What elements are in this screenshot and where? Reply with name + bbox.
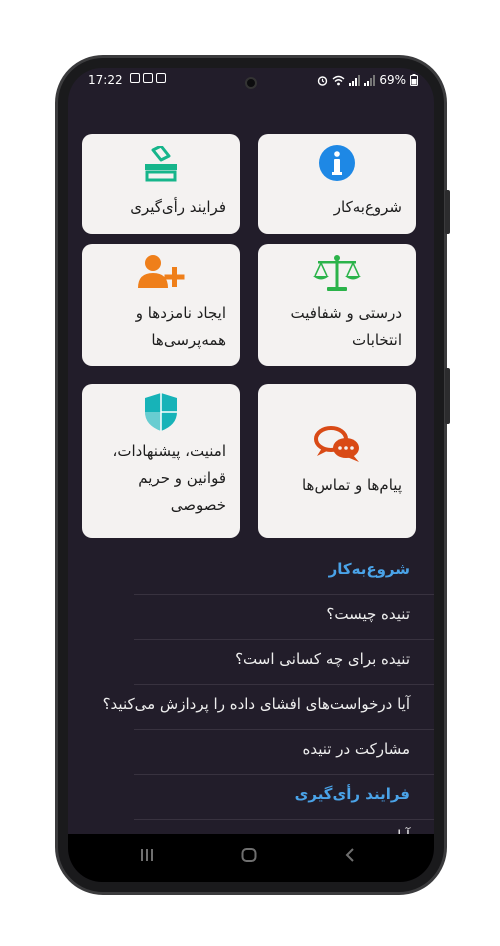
app-notification-icon	[156, 73, 166, 83]
divider	[134, 594, 434, 595]
scales-icon	[313, 255, 361, 291]
card-getting-started[interactable]: شروع‌به‌کار	[258, 134, 416, 234]
divider	[134, 819, 434, 820]
navigation-bar	[68, 834, 434, 882]
divider	[134, 729, 434, 730]
card-label: ایجاد نامزدها و همه‌پرسی‌ها	[135, 304, 226, 349]
card-create-candidates[interactable]: ایجاد نامزدها و همه‌پرسی‌ها	[82, 244, 240, 366]
power-button	[445, 368, 450, 424]
card-election-integrity[interactable]: درستی و شفافیت انتخابات	[258, 244, 416, 366]
info-icon	[319, 145, 355, 181]
list-item[interactable]: تنیده چیست؟	[80, 605, 410, 623]
divider	[134, 684, 434, 685]
card-label: شروع‌به‌کار	[333, 198, 402, 216]
chat-bubbles-icon	[314, 426, 359, 462]
back-icon[interactable]	[344, 848, 356, 862]
home-icon[interactable]	[241, 848, 257, 862]
shield-icon	[145, 393, 177, 431]
card-label: درستی و شفافیت انتخابات	[290, 304, 402, 349]
image-notification-icon	[130, 73, 140, 83]
list-item[interactable]: تنیده برای چه کسانی است؟	[80, 650, 410, 668]
card-label: امنیت، پیشنهادات، قوانین و حریم خصوصی	[112, 442, 227, 514]
list-item[interactable]: مشارکت در تنیده	[80, 740, 410, 758]
divider	[134, 639, 434, 640]
status-right-icons: 69%	[317, 73, 418, 87]
signal-icon	[349, 74, 361, 86]
card-messages-contacts[interactable]: پیام‌ها و تماس‌ها	[258, 384, 416, 538]
signal-2-icon	[364, 74, 376, 86]
status-bar: 17:22 69%	[68, 68, 434, 94]
front-camera	[245, 77, 257, 89]
card-security-privacy[interactable]: امنیت، پیشنهادات، قوانین و حریم خصوصی	[82, 384, 240, 538]
wifi-icon	[332, 75, 345, 85]
check-notification-icon	[143, 73, 153, 83]
card-label: فرایند رأی‌گیری	[130, 198, 226, 216]
recent-apps-icon[interactable]	[140, 848, 154, 862]
section-title-getting-started: شروع‌به‌کار	[328, 560, 410, 578]
alarm-icon	[318, 75, 328, 86]
card-label: پیام‌ها و تماس‌ها	[301, 476, 402, 494]
section-title-voting-process: فرایند رأی‌گیری	[294, 785, 410, 803]
phone-screen: 17:22 69% شروع‌به‌کار	[68, 68, 434, 882]
add-user-icon	[138, 255, 185, 288]
divider	[134, 774, 434, 775]
battery-icon	[410, 74, 418, 86]
ballot-box-icon	[145, 146, 177, 182]
volume-button	[445, 190, 450, 234]
battery-level: 69%	[379, 73, 406, 87]
card-voting-process[interactable]: فرایند رأی‌گیری	[82, 134, 240, 234]
notification-icons	[130, 73, 166, 83]
status-time: 17:22	[88, 73, 123, 87]
list-item[interactable]: آیا درخواست‌های افشای داده را پردازش می‌…	[80, 695, 410, 713]
